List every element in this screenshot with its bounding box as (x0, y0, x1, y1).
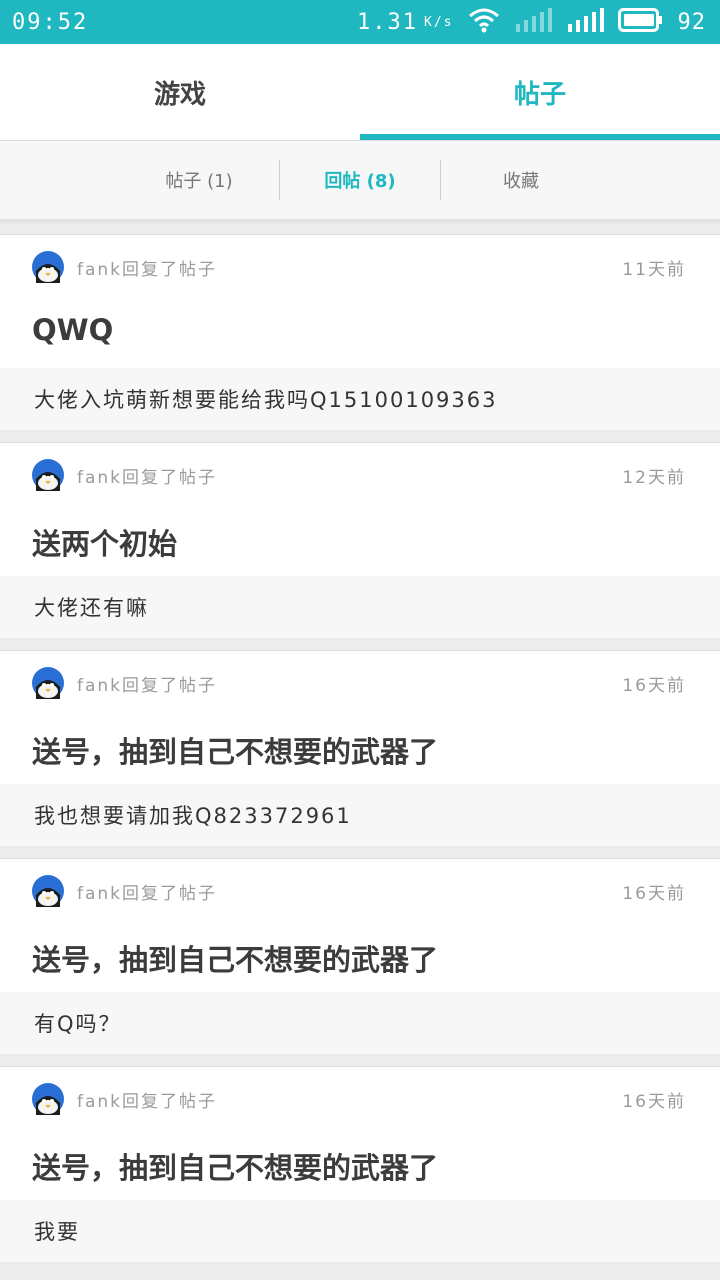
avatar[interactable] (32, 251, 64, 283)
avatar[interactable] (32, 1083, 64, 1115)
list-item[interactable]: fank回复了帖子 16天前 送号，抽到自己不想要的武器了 我要 (0, 1066, 720, 1262)
status-right: 1.31 K/s 92 (357, 7, 706, 37)
reply-time: 11天前 (622, 260, 686, 280)
post-header: fank回复了帖子 12天前 送两个初始 (0, 443, 720, 576)
battery-icon (617, 8, 664, 36)
reply-meta: fank回复了帖子 (77, 468, 218, 488)
reply-list: fank回复了帖子 11天前 QWQ 大佬入坑萌新想要能给我吗Q15100109… (0, 234, 720, 1274)
list-item[interactable]: fank回复了帖子 16天前 送号，抽到自己不想要的武器了 我也想要请加我Q82… (0, 650, 720, 846)
reply-time: 12天前 (622, 468, 686, 488)
wifi-icon (468, 7, 500, 37)
network-speed-value: 1.31 (357, 9, 419, 35)
post-title[interactable]: 送两个初始 (32, 521, 177, 563)
reply-content[interactable]: 大佬还有嘛 (0, 576, 720, 638)
subtab-replies[interactable]: 回帖 (8) (280, 167, 440, 193)
main-tab-bar: 游戏 帖子 (0, 44, 720, 141)
list-item[interactable]: fank回复了帖子 16天前 送号，抽到自己不想要的武器了 有Q吗？ (0, 858, 720, 1054)
signal-sim2-icon (514, 8, 552, 36)
avatar[interactable] (32, 875, 64, 907)
subtab-posts[interactable]: 帖子 (1) (119, 167, 279, 193)
status-time: 09:52 (12, 9, 89, 35)
tab-posts[interactable]: 帖子 (360, 44, 720, 140)
reply-meta: fank回复了帖子 (77, 676, 218, 696)
post-title[interactable]: 送号，抽到自己不想要的武器了 (32, 937, 438, 979)
battery-percent: 92 (677, 9, 706, 35)
reply-time: 16天前 (622, 1092, 686, 1112)
list-item[interactable]: fank回复了帖子 11天前 QWQ 大佬入坑萌新想要能给我吗Q15100109… (0, 234, 720, 430)
tab-games[interactable]: 游戏 (0, 44, 360, 140)
reply-content[interactable]: 我要 (0, 1200, 720, 1262)
post-header: fank回复了帖子 16天前 送号，抽到自己不想要的武器了 (0, 859, 720, 992)
avatar[interactable] (32, 459, 64, 491)
reply-content[interactable]: 有Q吗？ (0, 992, 720, 1054)
list-item[interactable]: fank回复了帖子 12天前 送两个初始 大佬还有嘛 (0, 442, 720, 638)
post-title[interactable]: 送号，抽到自己不想要的武器了 (32, 1145, 438, 1187)
reply-meta: fank回复了帖子 (77, 260, 218, 280)
post-header: fank回复了帖子 16天前 送号，抽到自己不想要的武器了 (0, 1067, 720, 1200)
reply-time: 16天前 (622, 676, 686, 696)
reply-content[interactable]: 大佬入坑萌新想要能给我吗Q15100109363 (0, 368, 720, 430)
avatar[interactable] (32, 667, 64, 699)
network-speed: 1.31 K/s (357, 10, 453, 35)
status-bar: 09:52 1.31 K/s 92 (0, 0, 720, 44)
post-title[interactable]: QWQ (32, 313, 113, 347)
reply-content[interactable]: 我也想要请加我Q823372961 (0, 784, 720, 846)
sub-tab-bar: 帖子 (1) 回帖 (8) 收藏 (0, 141, 720, 220)
signal-sim1-icon (566, 8, 604, 36)
post-header: fank回复了帖子 16天前 送号，抽到自己不想要的武器了 (0, 651, 720, 784)
reply-time: 16天前 (622, 884, 686, 904)
post-title[interactable]: 送号，抽到自己不想要的武器了 (32, 729, 438, 771)
subtab-favorites[interactable]: 收藏 (441, 167, 601, 193)
reply-meta: fank回复了帖子 (77, 1092, 218, 1112)
network-speed-unit: K/s (424, 14, 454, 30)
post-header: fank回复了帖子 11天前 QWQ (0, 235, 720, 368)
reply-meta: fank回复了帖子 (77, 884, 218, 904)
